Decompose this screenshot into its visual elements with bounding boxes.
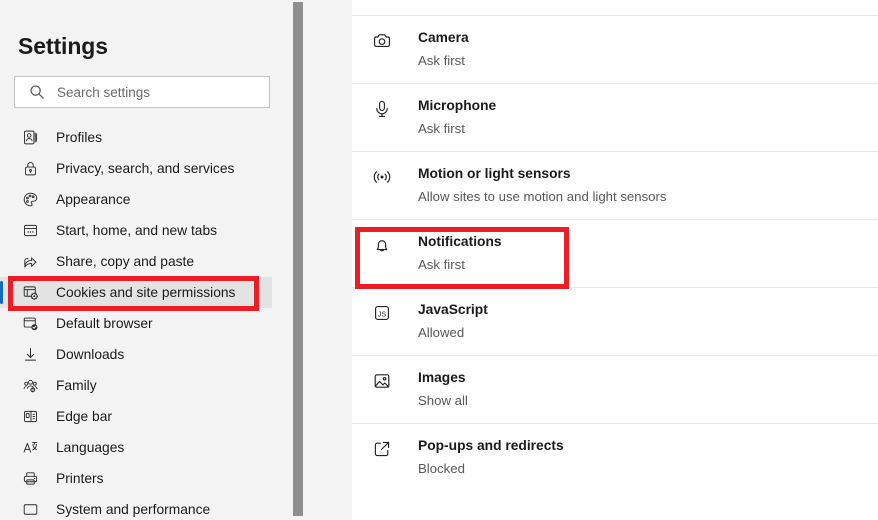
permission-title: Images xyxy=(418,370,466,385)
default-browser-icon xyxy=(22,315,39,332)
search-icon xyxy=(29,84,45,100)
sidebar-item-label: System and performance xyxy=(56,502,211,517)
sidebar-item-label: Downloads xyxy=(56,347,125,362)
permission-status: Show all xyxy=(418,393,468,408)
permission-text: Pop-ups and redirects Blocked xyxy=(418,437,564,477)
system-performance-icon xyxy=(22,501,39,518)
permission-text: JavaScript Allowed xyxy=(418,301,488,341)
permission-row-pop-ups-and-redirects[interactable]: Pop-ups and redirects Blocked xyxy=(352,423,878,491)
sidebar-item-label: Share, copy and paste xyxy=(56,254,195,269)
languages-icon xyxy=(22,439,39,456)
permission-row-motion-or-light-sensors[interactable]: Motion or light sensors Allow sites to us… xyxy=(352,151,878,219)
permission-title: Notifications xyxy=(418,234,502,249)
permission-text: Microphone Ask first xyxy=(418,97,496,137)
permission-status: Allow sites to use motion and light sens… xyxy=(418,189,667,204)
sidebar-item-cookies-and-site-permissions[interactable]: Cookies and site permissions xyxy=(0,277,272,308)
sidebar-item-label: Appearance xyxy=(56,192,131,207)
permission-title: JavaScript xyxy=(418,302,488,317)
share-icon xyxy=(22,253,39,270)
site-permissions-list: Camera Ask first Microphone Ask first Motion… xyxy=(352,0,878,520)
permission-text: Images Show all xyxy=(418,369,468,409)
sidebar-item-label: Printers xyxy=(56,471,104,486)
permission-row-camera[interactable]: Camera Ask first xyxy=(352,15,878,83)
profile-icon xyxy=(22,129,39,146)
window-dots-icon xyxy=(22,222,39,239)
sidebar-item-label: Languages xyxy=(56,440,125,455)
sidebar-scrollbar-thumb[interactable] xyxy=(293,2,303,516)
javascript-icon: JS xyxy=(372,303,392,323)
printer-icon xyxy=(22,470,39,487)
sidebar-item-label: Family xyxy=(56,378,97,393)
lock-icon xyxy=(22,160,39,177)
permission-text: Motion or light sensors Allow sites to us… xyxy=(418,165,667,205)
permission-status: Allowed xyxy=(418,325,465,340)
permission-text: Camera Ask first xyxy=(418,29,469,69)
sidebar-scrollbar[interactable] xyxy=(291,0,305,520)
permission-title: Motion or light sensors xyxy=(418,166,571,181)
edge-bar-icon xyxy=(22,408,39,425)
permission-row-microphone[interactable]: Microphone Ask first xyxy=(352,83,878,151)
page-title: Settings xyxy=(18,33,108,59)
sidebar-item-label: Profiles xyxy=(56,130,103,145)
settings-sidebar: Settings Profiles Privacy, search, and se… xyxy=(0,0,352,520)
sidebar-item-label: Start, home, and new tabs xyxy=(56,223,218,238)
image-icon xyxy=(372,371,392,391)
sidebar-item-label: Edge bar xyxy=(56,409,112,424)
motion-sensor-icon xyxy=(372,167,392,187)
permission-title: Pop-ups and redirects xyxy=(418,438,564,453)
download-icon xyxy=(22,346,39,363)
permission-row-images[interactable]: Images Show all xyxy=(352,355,878,423)
sidebar-item-label: Privacy, search, and services xyxy=(56,161,235,176)
permission-status: Ask first xyxy=(418,121,465,136)
permission-status: Ask first xyxy=(418,257,465,272)
family-icon xyxy=(22,377,39,394)
settings-page: Settings Profiles Privacy, search, and se… xyxy=(0,0,878,520)
bell-icon xyxy=(372,235,392,255)
sidebar-item-label: Cookies and site permissions xyxy=(56,285,236,300)
permission-status: Ask first xyxy=(418,53,465,68)
popup-redirect-icon xyxy=(372,439,392,459)
search-settings-box[interactable] xyxy=(14,76,270,108)
permission-status: Blocked xyxy=(418,461,465,476)
permission-row-notifications[interactable]: Notifications Ask first xyxy=(352,219,878,287)
camera-icon xyxy=(372,31,392,51)
cookies-permissions-icon xyxy=(22,284,39,301)
permission-title: Microphone xyxy=(418,98,497,113)
permission-rows: Camera Ask first Microphone Ask first Motion… xyxy=(352,15,878,491)
content-top-spacer xyxy=(352,0,878,15)
permission-text: Notifications Ask first xyxy=(418,233,502,273)
permission-title: Camera xyxy=(418,30,469,45)
microphone-icon xyxy=(372,99,392,119)
palette-icon xyxy=(22,191,39,208)
permission-row-javascript[interactable]: JS JavaScript Allowed xyxy=(352,287,878,355)
search-input[interactable] xyxy=(57,84,247,100)
sidebar-item-label: Default browser xyxy=(56,316,153,331)
svg-text:JS: JS xyxy=(378,309,387,318)
